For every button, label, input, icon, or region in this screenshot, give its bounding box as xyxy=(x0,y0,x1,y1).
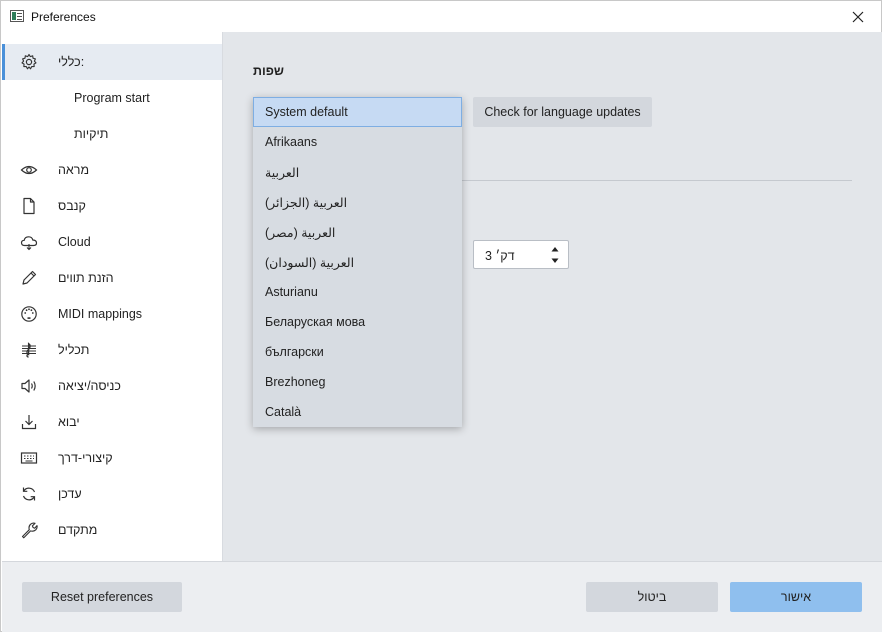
sidebar-item-appearance[interactable]: מראה xyxy=(2,152,222,188)
check-language-updates-button[interactable]: Check for language updates xyxy=(473,97,652,127)
sidebar-item-program-start[interactable]: Program start xyxy=(2,80,222,116)
sidebar-item-label: עדכן xyxy=(58,487,82,501)
sidebar-item-folders[interactable]: תיקיות xyxy=(2,116,222,152)
cancel-button[interactable]: ביטול xyxy=(586,582,718,612)
close-button[interactable] xyxy=(835,1,881,32)
caret-down-icon xyxy=(551,258,559,263)
document-icon xyxy=(20,197,38,215)
sidebar-item-general[interactable]: כללי: xyxy=(2,44,222,80)
app-icon xyxy=(10,10,24,22)
sidebar-item-label: מתקדם xyxy=(58,523,98,537)
language-dropdown-list: System default Afrikaans العربية العربية… xyxy=(253,97,462,427)
language-option-label: български xyxy=(265,345,324,359)
close-icon xyxy=(852,11,864,22)
sidebar-item-label: Program start xyxy=(74,91,150,105)
refresh-icon xyxy=(20,485,38,503)
sidebar-item-cloud[interactable]: Cloud xyxy=(2,224,222,260)
autosave-interval-spinbox[interactable]: 3 דק׳ xyxy=(473,240,569,269)
sidebar-item-label: מראה xyxy=(58,163,90,177)
ok-button[interactable]: אישור xyxy=(730,582,862,612)
sidebar-item-advanced[interactable]: מתקדם xyxy=(2,512,222,548)
language-option-label: Català xyxy=(265,405,302,419)
cloud-icon xyxy=(20,233,38,251)
sidebar-item-label: כניסה/יציאה xyxy=(58,379,121,393)
language-option-label: العربية (الجزائر) xyxy=(265,196,348,210)
sidebar-item-label: קיצורי-דרך xyxy=(58,451,113,465)
autosave-interval-value: 3 דק׳ xyxy=(485,249,515,263)
reset-preferences-button[interactable]: Reset preferences xyxy=(22,582,182,612)
keyboard-icon xyxy=(20,449,38,467)
title-bar: Preferences xyxy=(1,1,881,32)
sidebar-item-score[interactable]: תכליל xyxy=(2,332,222,368)
sidebar-item-canvas[interactable]: קנבס xyxy=(2,188,222,224)
gear-icon xyxy=(20,53,38,71)
language-option-label: System default xyxy=(265,105,348,119)
language-option-arabic-algeria[interactable]: العربية (الجزائر) xyxy=(253,187,462,217)
preferences-window: Preferences כללי: Program start תיקיות מ… xyxy=(0,0,882,632)
sidebar-item-import[interactable]: יבוא xyxy=(2,404,222,440)
sidebar-item-label: קנבס xyxy=(58,199,86,213)
window-title: Preferences xyxy=(31,10,96,24)
speaker-icon xyxy=(20,377,38,395)
language-option-label: Afrikaans xyxy=(265,135,318,149)
language-option-bulgarian[interactable]: български xyxy=(253,337,462,367)
sidebar: כללי: Program start תיקיות מראה קנבס Clo… xyxy=(2,32,223,561)
sidebar-item-note-input[interactable]: הזנת תווים xyxy=(2,260,222,296)
sidebar-item-label: כללי: xyxy=(58,55,85,69)
language-option-asturianu[interactable]: Asturianu xyxy=(253,277,462,307)
language-option-catala[interactable]: Català xyxy=(253,397,462,427)
language-option-label: Беларуская мова xyxy=(265,315,366,329)
sidebar-item-midi-mappings[interactable]: MIDI mappings xyxy=(2,296,222,332)
score-icon xyxy=(20,341,38,359)
language-option-label: العربية (مصر) xyxy=(265,226,336,240)
spin-down-button[interactable] xyxy=(550,256,560,266)
language-option-label: العربية (السودان) xyxy=(265,256,355,270)
dialog-footer: Reset preferences ביטול אישור xyxy=(2,561,882,632)
sidebar-item-label: תיקיות xyxy=(74,127,109,141)
language-option-arabic[interactable]: العربية xyxy=(253,157,462,187)
section-divider xyxy=(461,180,852,181)
eye-icon xyxy=(20,161,38,179)
sidebar-item-update[interactable]: עדכן xyxy=(2,476,222,512)
language-option-arabic-sudan[interactable]: العربية (السودان) xyxy=(253,247,462,277)
caret-up-icon xyxy=(551,247,559,252)
wrench-icon xyxy=(20,521,38,539)
languages-title: שפות xyxy=(253,64,284,78)
import-icon xyxy=(20,413,38,431)
pencil-icon xyxy=(20,269,38,287)
language-option-label: العربية xyxy=(265,166,300,180)
language-option-afrikaans[interactable]: Afrikaans xyxy=(253,127,462,157)
sidebar-item-label: Cloud xyxy=(58,235,91,249)
language-option-belarusian[interactable]: Беларуская мова xyxy=(253,307,462,337)
sidebar-item-io[interactable]: כניסה/יציאה xyxy=(2,368,222,404)
language-option-brezhoneg[interactable]: Brezhoneg xyxy=(253,367,462,397)
sidebar-item-label: MIDI mappings xyxy=(58,307,143,321)
sidebar-item-label: יבוא xyxy=(58,415,80,429)
language-option-arabic-egypt[interactable]: العربية (مصر) xyxy=(253,217,462,247)
midi-icon xyxy=(20,305,38,323)
sidebar-item-label: תכליל xyxy=(58,343,90,357)
spin-up-button[interactable] xyxy=(550,244,560,254)
language-option-system-default[interactable]: System default xyxy=(253,97,462,127)
sidebar-item-shortcuts[interactable]: קיצורי-דרך xyxy=(2,440,222,476)
language-option-label: Asturianu xyxy=(265,285,318,299)
language-option-label: Brezhoneg xyxy=(265,375,326,389)
sidebar-item-label: הזנת תווים xyxy=(58,271,114,285)
